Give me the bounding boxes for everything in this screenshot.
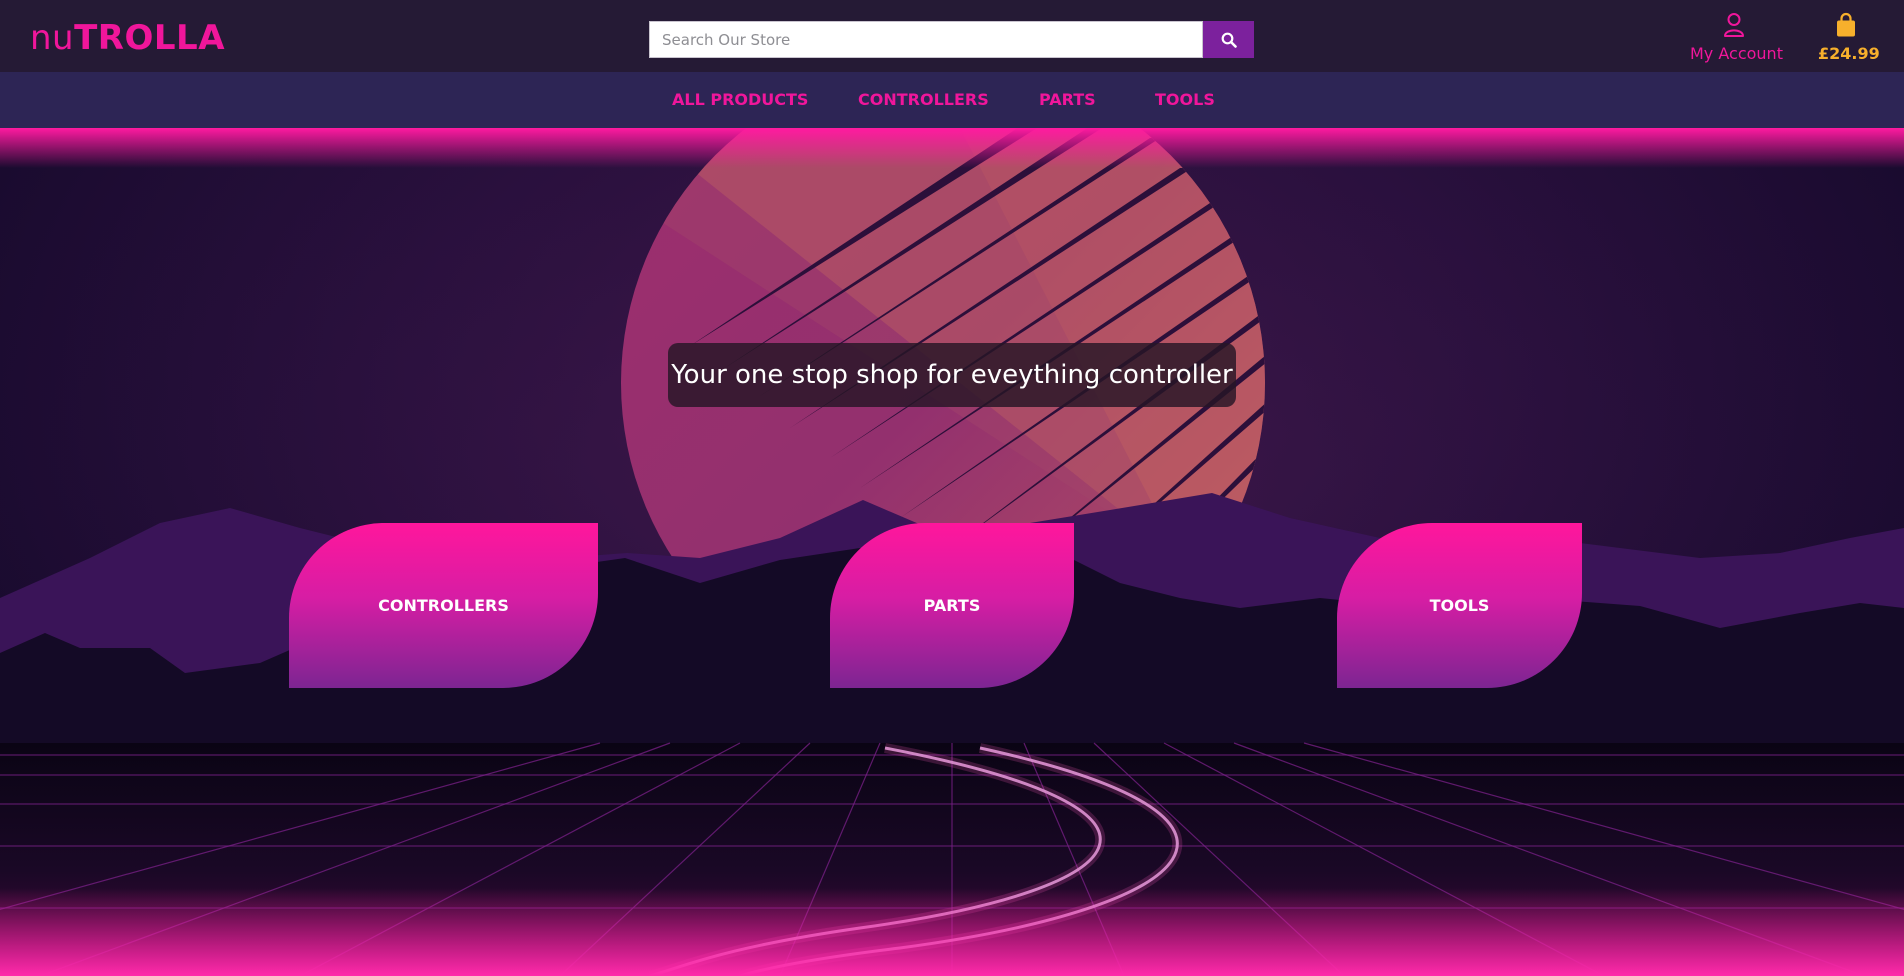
hero-banner: Your one stop shop for eveything control… bbox=[0, 128, 1904, 976]
search-bar bbox=[649, 21, 1254, 58]
category-card-controllers[interactable]: CONTROLLERS bbox=[289, 523, 598, 688]
user-icon bbox=[1724, 13, 1744, 37]
main-nav: ALL PRODUCTS CONTROLLERS PARTS TOOLS bbox=[0, 72, 1904, 128]
logo-main: TROLLA bbox=[74, 18, 226, 58]
cart-link[interactable]: £24.99 bbox=[1818, 12, 1880, 63]
nav-item-controllers[interactable]: CONTROLLERS bbox=[858, 72, 989, 128]
my-account-link[interactable]: My Account bbox=[1690, 12, 1783, 63]
site-logo[interactable]: nuTROLLA bbox=[30, 18, 225, 58]
shopping-bag-icon bbox=[1837, 12, 1855, 37]
cart-total: £24.99 bbox=[1818, 44, 1880, 63]
category-card-tools[interactable]: TOOLS bbox=[1337, 523, 1582, 688]
search-input[interactable] bbox=[649, 21, 1203, 58]
nav-item-all-products[interactable]: ALL PRODUCTS bbox=[672, 72, 808, 128]
nav-item-parts[interactable]: PARTS bbox=[1039, 72, 1096, 128]
search-icon bbox=[1221, 32, 1237, 48]
my-account-label: My Account bbox=[1690, 44, 1783, 63]
nav-item-tools[interactable]: TOOLS bbox=[1155, 72, 1215, 128]
hero-tagline: Your one stop shop for eveything control… bbox=[668, 343, 1236, 407]
logo-prefix: nu bbox=[30, 18, 75, 58]
category-card-parts[interactable]: PARTS bbox=[830, 523, 1074, 688]
search-button[interactable] bbox=[1203, 21, 1254, 58]
site-header: nuTROLLA My Account £24.99 bbox=[0, 0, 1904, 72]
